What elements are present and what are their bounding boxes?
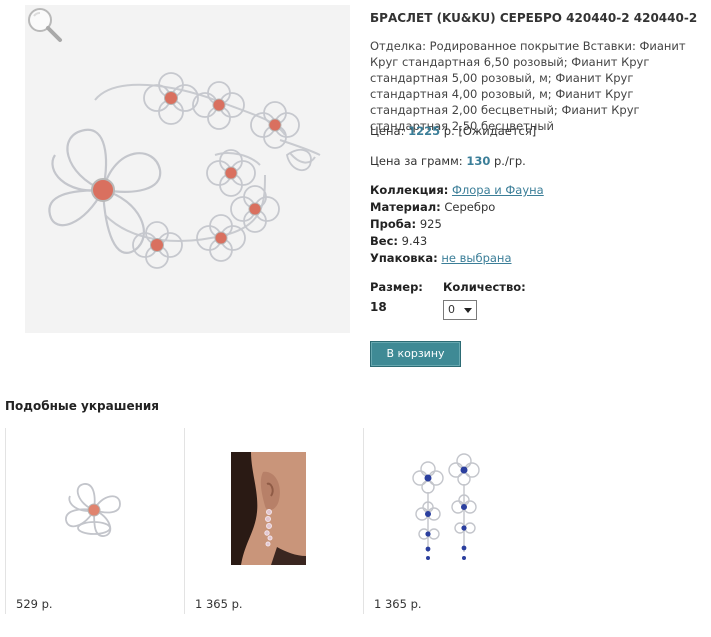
price-per-gram-value: 130 (466, 154, 491, 168)
price-row: Цена: 1225 р. [Ожидается] (370, 123, 536, 139)
blue-stone-earrings-image[interactable] (406, 452, 486, 565)
similar-item-price: 529 р. (16, 597, 53, 611)
quantity-select[interactable]: 0 (443, 300, 477, 320)
size-label: Размер: (370, 280, 423, 294)
weight-label: Вес: (370, 234, 398, 248)
collection-link[interactable]: Флора и Фауна (452, 183, 544, 197)
similar-item[interactable]: 529 р. (6, 428, 184, 614)
quantity-value: 0 (448, 303, 455, 316)
price-label: Цена: (370, 124, 405, 138)
probe-label: Проба: (370, 217, 417, 231)
product-image[interactable] (25, 5, 350, 333)
price-per-gram-row: Цена за грамм: 130 р./гр. (370, 153, 526, 169)
add-to-cart-button[interactable]: В корзину (370, 341, 461, 367)
probe-value: 925 (419, 217, 442, 231)
attr-packaging: Упаковка: не выбрана (370, 250, 544, 267)
price-per-gram-label: Цена за грамм: (370, 154, 463, 168)
chevron-down-icon (464, 308, 472, 313)
quantity-label: Количество: (443, 280, 526, 294)
collection-label: Коллекция: (370, 183, 449, 197)
weight-value: 9.43 (401, 234, 428, 248)
size-value: 18 (370, 300, 387, 314)
earring-on-model-image[interactable] (231, 452, 306, 565)
price-suffix: р. [Ожидается] (440, 124, 537, 138)
similar-item-price: 1 365 р. (374, 597, 422, 611)
price-per-gram-suffix: р./гр. (490, 154, 526, 168)
attr-weight: Вес: 9.43 (370, 233, 544, 250)
product-title: БРАСЛЕТ (KU&KU) СЕРЕБРО 420440-2 420440-… (370, 11, 698, 25)
product-attributes: Коллекция: Флора и Фауна Материал: Сереб… (370, 182, 544, 267)
packaging-link[interactable]: не выбрана (441, 251, 511, 265)
similar-item-price: 1 365 р. (195, 597, 243, 611)
flower-ring-image[interactable] (58, 474, 130, 546)
price-value: 1225 (408, 124, 441, 138)
product-description: Отделка: Родированное покрытие Вставки: … (370, 39, 686, 133)
material-label: Материал: (370, 200, 441, 214)
similar-item[interactable]: 1 365 р. (364, 428, 542, 614)
bracelet-illustration (48, 72, 321, 269)
similar-section-title: Подобные украшения (5, 399, 160, 413)
attr-material: Материал: Серебро (370, 199, 544, 216)
packaging-label: Упаковка: (370, 251, 438, 265)
attr-collection: Коллекция: Флора и Фауна (370, 182, 544, 199)
material-value: Серебро (444, 200, 496, 214)
zoom-icon[interactable] (25, 5, 63, 43)
similar-item[interactable]: 1 365 р. (185, 428, 363, 614)
attr-probe: Проба: 925 (370, 216, 544, 233)
